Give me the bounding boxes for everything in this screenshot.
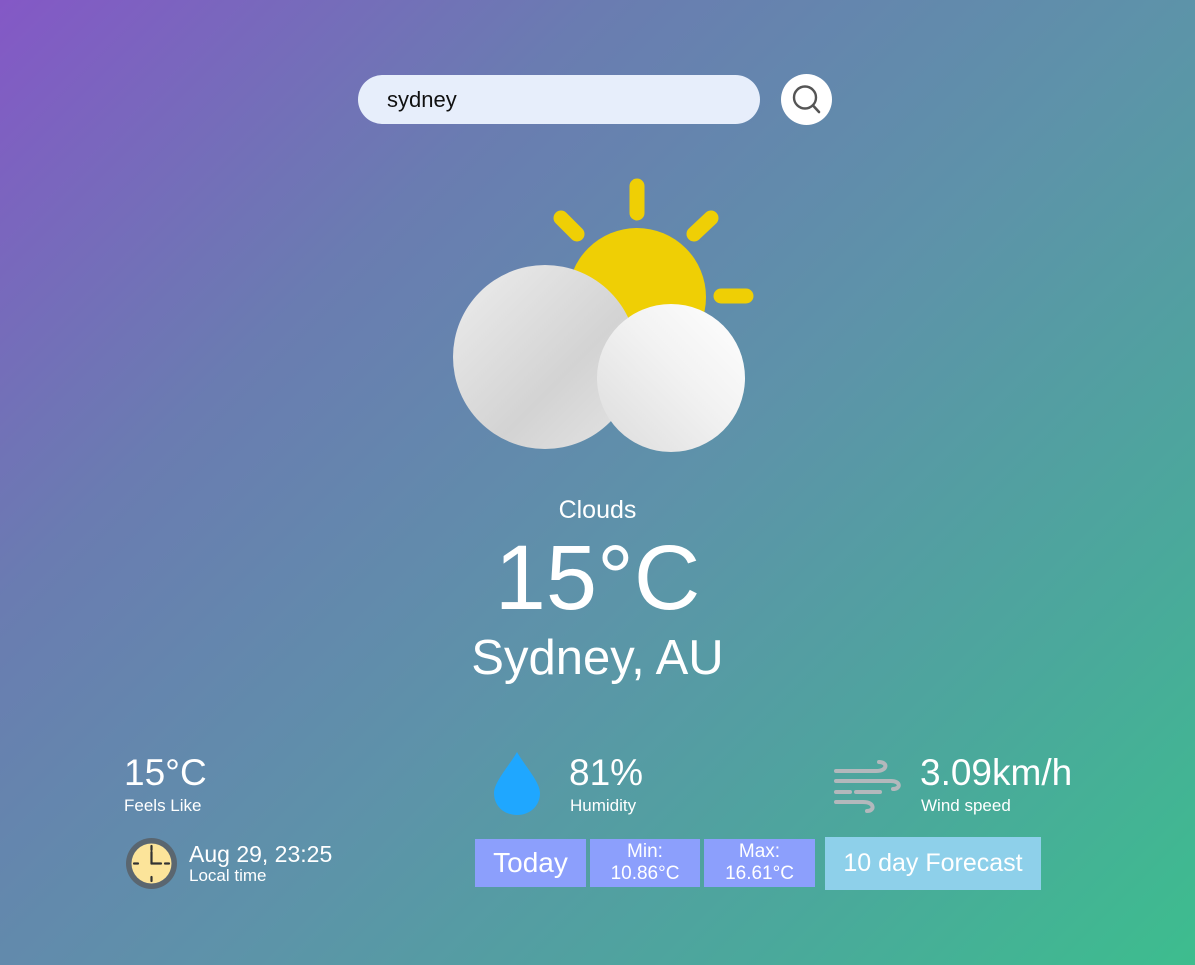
search-button[interactable] <box>781 74 832 125</box>
min-value: 10.86°C <box>610 863 680 884</box>
feels-like-value: 15°C <box>124 752 207 793</box>
min-temperature: Min: 10.86°C <box>590 839 700 887</box>
wind-speed-value: 3.09km/h <box>920 752 1073 793</box>
ten-day-forecast-button[interactable]: 10 day Forecast <box>825 837 1041 890</box>
local-time-label: Local time <box>189 866 267 885</box>
local-time-value: Aug 29, 23:25 <box>189 841 333 867</box>
partly-cloudy-icon <box>453 178 754 452</box>
humidity-label: Humidity <box>570 796 637 815</box>
wind-icon <box>834 760 901 813</box>
feels-like-label: Feels Like <box>124 796 202 815</box>
wind-speed-label: Wind speed <box>921 796 1011 815</box>
min-label: Min: <box>627 841 663 862</box>
water-drop-icon <box>494 752 540 815</box>
location-name: Sydney, AU <box>471 631 724 685</box>
max-value: 16.61°C <box>725 863 794 884</box>
weather-condition: Clouds <box>558 496 637 524</box>
search-icon <box>792 85 821 114</box>
search-input[interactable] <box>358 75 760 124</box>
today-tab[interactable]: Today <box>475 839 586 887</box>
max-temperature: Max: 16.61°C <box>704 839 815 887</box>
current-temperature: 15°C <box>494 527 701 629</box>
max-label: Max: <box>738 841 781 862</box>
clock-icon <box>126 838 177 889</box>
humidity-value: 81% <box>569 752 644 793</box>
